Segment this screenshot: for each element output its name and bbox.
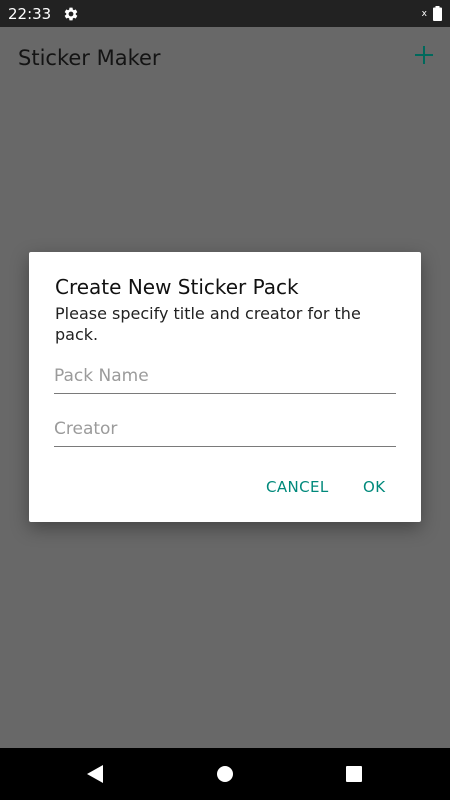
recents-button[interactable] xyxy=(344,764,364,784)
plus-icon xyxy=(415,46,433,64)
dialog-title: Create New Sticker Pack xyxy=(55,275,299,299)
gear-icon xyxy=(63,6,79,22)
create-pack-dialog: Create New Sticker Pack Please specify t… xyxy=(29,252,421,522)
ok-button[interactable]: OK xyxy=(363,478,385,496)
creator-input[interactable] xyxy=(54,415,396,447)
dialog-message: Please specify title and creator for the… xyxy=(55,304,361,344)
home-circle-icon xyxy=(217,766,233,782)
home-button[interactable] xyxy=(215,764,235,784)
pack-name-input[interactable] xyxy=(54,362,396,394)
app-title: Sticker Maker xyxy=(18,46,161,70)
back-triangle-icon xyxy=(87,765,103,783)
recents-square-icon xyxy=(346,766,362,782)
battery-icon xyxy=(433,6,442,21)
status-time: 22:33 xyxy=(8,4,52,23)
add-pack-button[interactable] xyxy=(410,41,438,69)
status-bar: 22:33 x xyxy=(0,0,450,27)
no-signal-indicator: x xyxy=(421,8,427,19)
cancel-button[interactable]: CANCEL xyxy=(266,478,329,496)
navigation-bar xyxy=(0,748,450,800)
back-button[interactable] xyxy=(85,764,105,784)
status-indicators: x xyxy=(422,6,442,21)
